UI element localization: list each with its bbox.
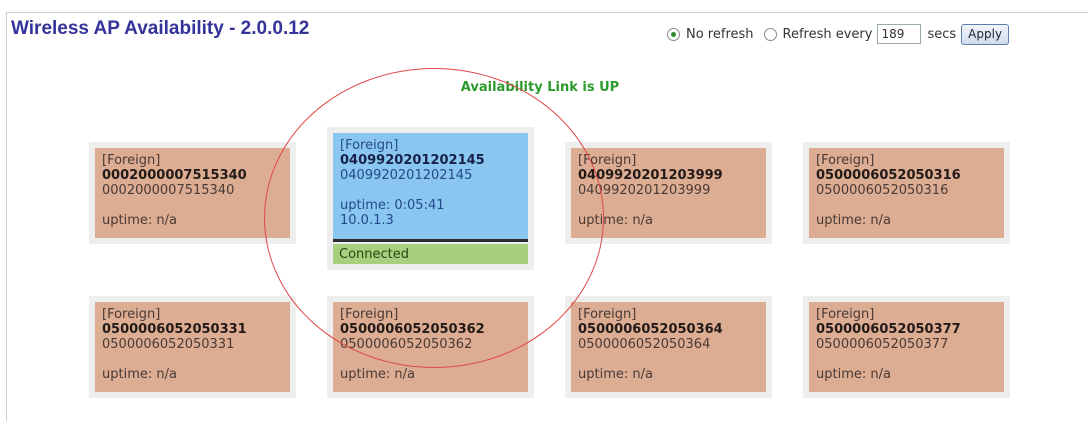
ap-card[interactable]: [Foreign] 0500006052050362 0500006052050…: [333, 302, 528, 392]
ap-card[interactable]: [Foreign] 0409920201203999 0409920201203…: [571, 148, 766, 238]
ap-id: 0409920201203999: [578, 168, 723, 183]
ap-card[interactable]: [Foreign] 0002000007515340 0002000007515…: [95, 148, 290, 238]
ap-card[interactable]: [Foreign] 0500006052050364 0500006052050…: [571, 302, 766, 392]
ap-uptime: uptime: n/a: [102, 367, 177, 382]
ap-serial: 0500006052050364: [578, 337, 711, 352]
ap-tag: [Foreign]: [102, 307, 161, 322]
no-refresh-radio[interactable]: [667, 27, 680, 41]
ap-tag: [Foreign]: [102, 153, 161, 168]
ap-id: 0500006052050377: [816, 322, 961, 337]
ap-serial: 0409920201202145: [340, 168, 473, 183]
ap-id: 0409920201202145: [340, 153, 485, 168]
ap-tag: [Foreign]: [816, 307, 875, 322]
ap-ip-address: 10.0.1.3: [340, 213, 394, 228]
ap-card[interactable]: [Foreign] 0500006052050316 0500006052050…: [809, 148, 1004, 238]
ap-uptime: uptime: n/a: [340, 367, 415, 382]
ap-id: 0500006052050331: [102, 322, 247, 337]
refresh-every-radio[interactable]: [763, 27, 777, 41]
ap-serial: 0500006052050316: [816, 183, 949, 198]
ap-serial: 0500006052050377: [816, 337, 949, 352]
availability-status: Availability Link is UP: [460, 80, 620, 95]
refresh-seconds-input[interactable]: [877, 24, 922, 44]
no-refresh-label: No refresh: [686, 26, 754, 42]
refresh-controls: No refresh Refresh every secs Apply: [667, 22, 1010, 46]
secs-label: secs: [927, 26, 957, 42]
ap-tag: [Foreign]: [578, 153, 637, 168]
apply-button[interactable]: Apply: [961, 23, 1010, 45]
ap-uptime: uptime: n/a: [102, 213, 177, 228]
radio-selected-dot: [671, 31, 676, 37]
ap-uptime: uptime: 0:05:41: [340, 198, 445, 213]
ap-id: 0500006052050362: [340, 322, 485, 337]
ap-card[interactable]: [Foreign] 0500006052050377 0500006052050…: [809, 302, 1004, 392]
ap-serial: 0500006052050331: [102, 337, 235, 352]
ap-serial: 0500006052050362: [340, 337, 473, 352]
ap-uptime: uptime: n/a: [578, 367, 653, 382]
ap-tag: [Foreign]: [340, 307, 399, 322]
ap-serial: 0002000007515340: [102, 183, 235, 198]
ap-serial: 0409920201203999: [578, 183, 711, 198]
ap-card[interactable]: [Foreign] 0500006052050331 0500006052050…: [95, 302, 290, 392]
connection-status: Connected: [333, 242, 528, 264]
ap-uptime: uptime: n/a: [816, 367, 891, 382]
ap-id: 0500006052050364: [578, 322, 723, 337]
ap-tag: [Foreign]: [578, 307, 637, 322]
ap-card-active[interactable]: [Foreign] 0409920201202145 0409920201202…: [333, 133, 528, 264]
ap-tag: [Foreign]: [816, 153, 875, 168]
ap-id: 0002000007515340: [102, 168, 247, 183]
ap-id: 0500006052050316: [816, 168, 961, 183]
ap-tag: [Foreign]: [340, 138, 399, 153]
ap-uptime: uptime: n/a: [816, 213, 891, 228]
page-title: Wireless AP Availability - 2.0.0.12: [11, 18, 310, 39]
ap-uptime: uptime: n/a: [578, 213, 653, 228]
refresh-every-label: Refresh every: [782, 26, 873, 42]
